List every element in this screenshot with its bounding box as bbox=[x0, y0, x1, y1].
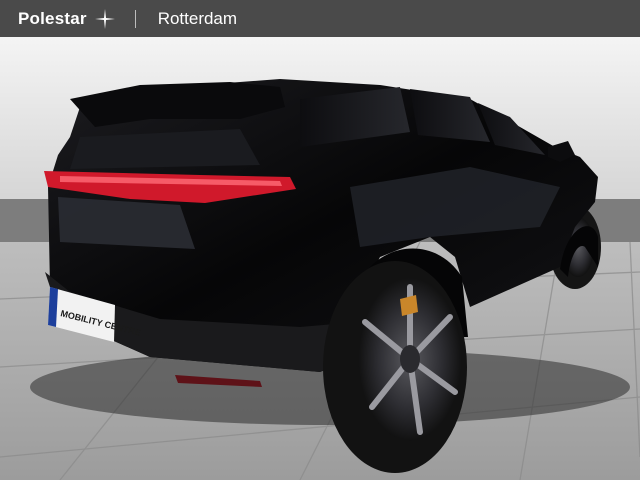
hatch-reflection bbox=[58, 197, 195, 249]
dealer-location: Rotterdam bbox=[157, 8, 238, 28]
header-divider bbox=[134, 9, 136, 28]
rear-wheel bbox=[323, 261, 467, 473]
car-photo: MOBILITY CENTRE bbox=[0, 37, 640, 480]
dealer-header-bar: Polestar Rotterdam bbox=[0, 0, 640, 37]
brand-name[interactable]: Polestar bbox=[18, 9, 87, 29]
polestar-star-icon bbox=[94, 8, 115, 29]
dealer-photo-page: Polestar Rotterdam MOBILITY CENTRE bbox=[0, 0, 640, 480]
